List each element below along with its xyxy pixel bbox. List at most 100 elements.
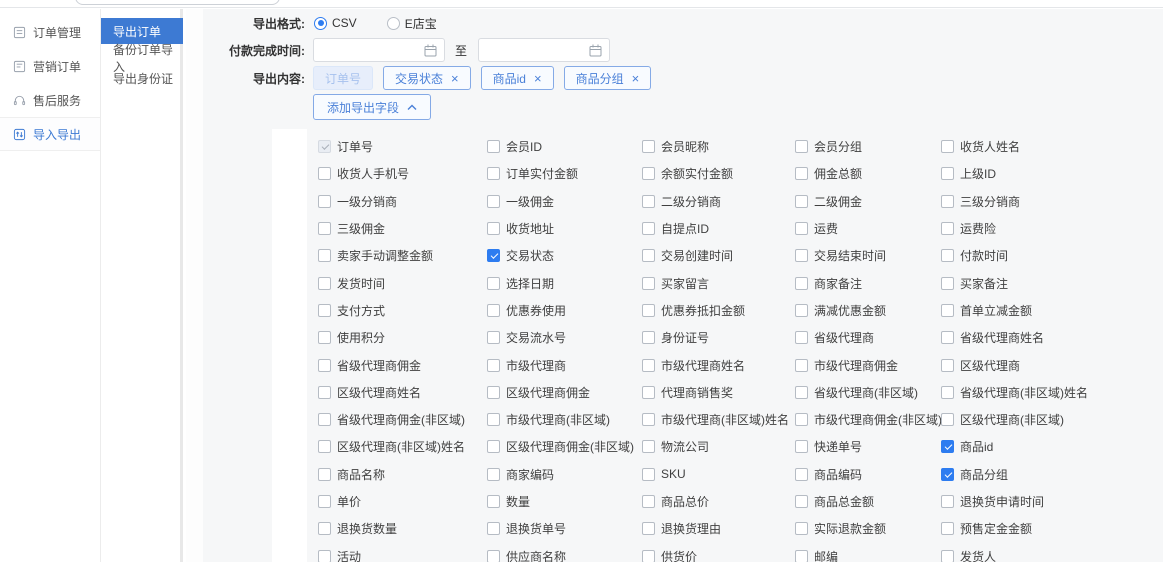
field-checkbox-item[interactable]: 邮编 — [795, 548, 941, 562]
checkbox-icon[interactable] — [487, 440, 500, 453]
field-checkbox-item[interactable]: 退换货申请时间 — [941, 493, 1163, 510]
checkbox-icon[interactable] — [941, 222, 954, 235]
field-checkbox-item[interactable]: 交易创建时间 — [642, 247, 795, 264]
submenu-item[interactable]: 备份订单导入 — [101, 47, 183, 69]
field-checkbox-item[interactable]: 支付方式 — [318, 302, 487, 319]
field-checkbox-item[interactable]: 收货人手机号 — [318, 165, 487, 182]
field-checkbox-item[interactable]: 市级代理商佣金 — [795, 357, 941, 374]
checkbox-icon[interactable] — [487, 222, 500, 235]
field-checkbox-item[interactable]: 余额实付金额 — [642, 165, 795, 182]
field-checkbox-item[interactable]: 区级代理商佣金 — [487, 384, 642, 401]
checkbox-icon[interactable] — [642, 331, 655, 344]
field-checkbox-item[interactable]: 发货人 — [941, 548, 1163, 562]
field-checkbox-item[interactable]: 一级佣金 — [487, 193, 642, 210]
checkbox-icon[interactable] — [795, 331, 808, 344]
field-checkbox-item[interactable]: 代理商销售奖 — [642, 384, 795, 401]
field-checkbox-item[interactable]: 单价 — [318, 493, 487, 510]
checkbox-icon[interactable] — [487, 468, 500, 481]
field-checkbox-item[interactable]: 交易结束时间 — [795, 247, 941, 264]
checkbox-icon[interactable] — [795, 522, 808, 535]
checkbox-icon[interactable] — [941, 522, 954, 535]
field-checkbox-item[interactable]: 一级分销商 — [318, 193, 487, 210]
field-checkbox-item[interactable]: 快递单号 — [795, 438, 941, 455]
checkbox-icon[interactable] — [642, 222, 655, 235]
checkbox-icon[interactable] — [318, 413, 331, 426]
checkbox-icon[interactable] — [318, 495, 331, 508]
sidebar-item-marketing-doc[interactable]: 营销订单 — [0, 49, 100, 83]
checkbox-icon[interactable] — [642, 413, 655, 426]
field-checkbox-item[interactable]: 选择日期 — [487, 275, 642, 292]
checkbox-icon[interactable] — [318, 440, 331, 453]
checkbox-checked-icon[interactable] — [487, 249, 500, 262]
checkbox-icon[interactable] — [642, 495, 655, 508]
field-checkbox-item[interactable]: 区级代理商(非区域) — [941, 411, 1163, 428]
field-checkbox-item[interactable]: 使用积分 — [318, 329, 487, 346]
field-checkbox-item[interactable]: 买家留言 — [642, 275, 795, 292]
checkbox-icon[interactable] — [795, 249, 808, 262]
field-checkbox-item[interactable]: 收货人姓名 — [941, 138, 1163, 155]
checkbox-icon[interactable] — [487, 522, 500, 535]
field-checkbox-item[interactable]: 活动 — [318, 548, 487, 562]
field-checkbox-item[interactable]: 交易状态 — [487, 247, 642, 264]
checkbox-icon[interactable] — [487, 359, 500, 372]
checkbox-icon[interactable] — [642, 522, 655, 535]
selected-tag[interactable]: 商品id× — [481, 66, 554, 90]
field-checkbox-item[interactable]: 身份证号 — [642, 329, 795, 346]
checkbox-icon[interactable] — [941, 167, 954, 180]
field-checkbox-item[interactable]: 商家备注 — [795, 275, 941, 292]
checkbox-icon[interactable] — [941, 304, 954, 317]
field-checkbox-item[interactable]: 省级代理商佣金 — [318, 357, 487, 374]
checkbox-icon[interactable] — [795, 386, 808, 399]
remove-tag-icon[interactable]: × — [632, 72, 640, 85]
checkbox-icon[interactable] — [941, 550, 954, 562]
checkbox-icon[interactable] — [941, 413, 954, 426]
checkbox-icon[interactable] — [795, 195, 808, 208]
checkbox-icon[interactable] — [941, 140, 954, 153]
field-checkbox-item[interactable]: 退换货单号 — [487, 520, 642, 537]
field-checkbox-item[interactable]: 商品总金额 — [795, 493, 941, 510]
checkbox-icon[interactable] — [795, 440, 808, 453]
checkbox-icon[interactable] — [795, 277, 808, 290]
field-checkbox-item[interactable]: 市级代理商佣金(非区域) — [795, 411, 941, 428]
sidebar-item-order-doc[interactable]: 订单管理 — [0, 15, 100, 49]
checkbox-icon[interactable] — [642, 195, 655, 208]
field-checkbox-item[interactable]: 交易流水号 — [487, 329, 642, 346]
field-checkbox-item[interactable]: 付款时间 — [941, 247, 1163, 264]
sidebar-item-headset[interactable]: 售后服务 — [0, 83, 100, 117]
checkbox-icon[interactable] — [941, 249, 954, 262]
field-checkbox-item[interactable]: 二级分销商 — [642, 193, 795, 210]
checkbox-icon[interactable] — [642, 386, 655, 399]
checkbox-icon[interactable] — [642, 440, 655, 453]
date-from-input[interactable] — [313, 38, 445, 62]
checkbox-icon[interactable] — [795, 495, 808, 508]
checkbox-icon[interactable] — [941, 331, 954, 344]
checkbox-checked-icon[interactable] — [941, 468, 954, 481]
field-checkbox-item[interactable]: 预售定金金额 — [941, 520, 1163, 537]
field-checkbox-item[interactable]: 商家编码 — [487, 466, 642, 483]
field-checkbox-item[interactable]: 退换货理由 — [642, 520, 795, 537]
field-checkbox-item[interactable]: 区级代理商佣金(非区域) — [487, 438, 642, 455]
field-checkbox-item[interactable]: 二级佣金 — [795, 193, 941, 210]
checkbox-icon[interactable] — [795, 413, 808, 426]
field-checkbox-item[interactable]: 收货地址 — [487, 220, 642, 237]
checkbox-icon[interactable] — [318, 304, 331, 317]
checkbox-icon[interactable] — [318, 195, 331, 208]
checkbox-icon[interactable] — [318, 522, 331, 535]
field-checkbox-item[interactable]: 优惠券抵扣金额 — [642, 302, 795, 319]
checkbox-icon[interactable] — [642, 359, 655, 372]
field-checkbox-item[interactable]: 市级代理商姓名 — [642, 357, 795, 374]
field-checkbox-item[interactable]: 会员昵称 — [642, 138, 795, 155]
field-checkbox-item[interactable]: 供货价 — [642, 548, 795, 562]
field-checkbox-item[interactable]: 市级代理商 — [487, 357, 642, 374]
field-checkbox-item[interactable]: 数量 — [487, 493, 642, 510]
field-checkbox-item[interactable]: 自提点ID — [642, 220, 795, 237]
checkbox-icon[interactable] — [318, 331, 331, 344]
field-checkbox-item[interactable]: 商品分组 — [941, 466, 1163, 483]
date-to-field[interactable] — [479, 39, 609, 61]
field-checkbox-item[interactable]: 物流公司 — [642, 438, 795, 455]
format-radio-csv[interactable]: CSV — [314, 16, 357, 30]
checkbox-icon[interactable] — [642, 304, 655, 317]
field-checkbox-item[interactable]: 区级代理商(非区域)姓名 — [318, 438, 487, 455]
field-checkbox-item[interactable]: 商品id — [941, 438, 1163, 455]
checkbox-icon[interactable] — [795, 140, 808, 153]
